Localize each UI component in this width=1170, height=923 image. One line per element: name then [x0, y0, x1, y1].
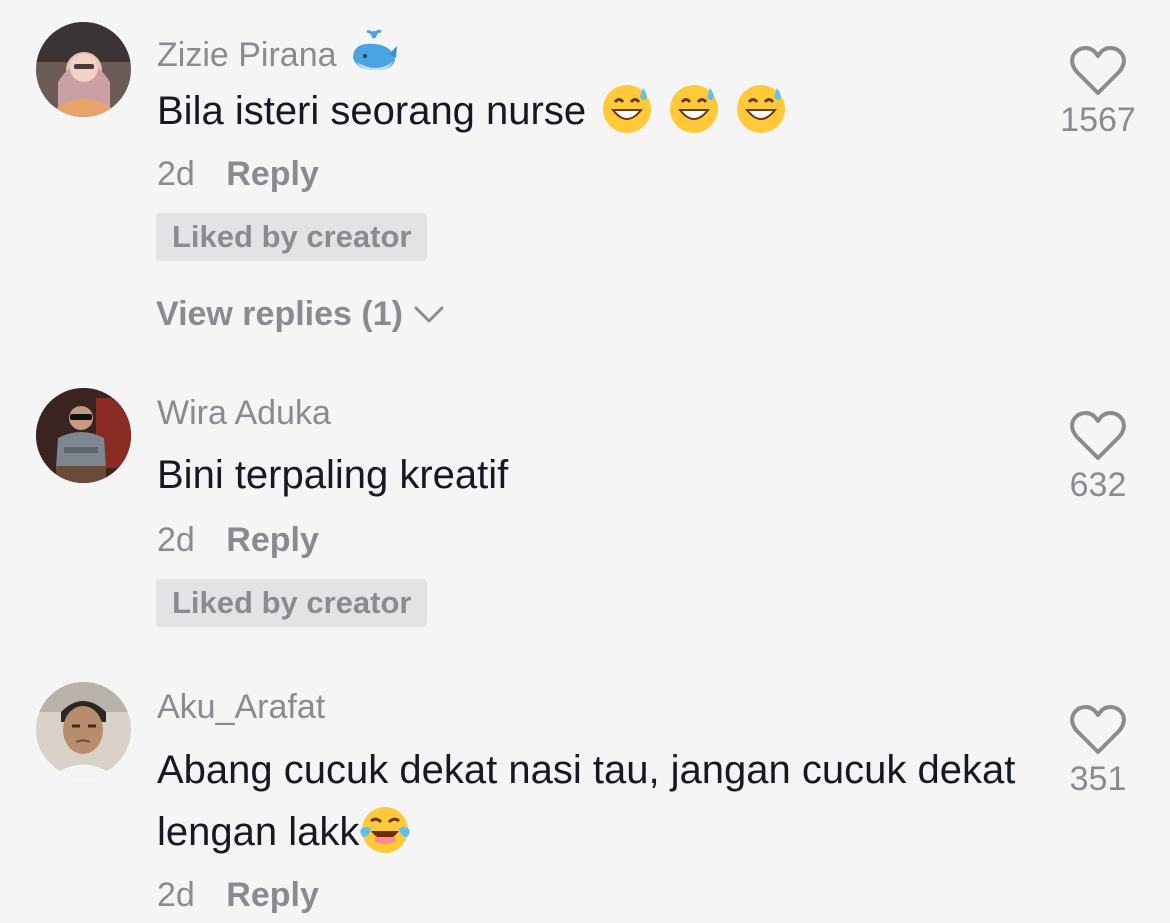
grinning-sweat-emoji-icon — [603, 85, 652, 133]
reply-button[interactable]: Reply — [226, 876, 319, 914]
comment-body: Abang cucuk dekat nasi tau, jangan cucuk… — [157, 748, 1016, 854]
comment-body: Bini terpaling kreatif — [157, 453, 509, 497]
comment-time: 2d — [157, 876, 195, 914]
username[interactable]: Aku_Arafat — [157, 688, 325, 727]
view-replies-label: View replies (1) — [156, 295, 403, 333]
comment-meta: 2d Reply — [157, 521, 319, 560]
like-button[interactable]: 1567 — [1038, 45, 1158, 140]
like-count: 351 — [1069, 760, 1127, 798]
comment-text: Abang cucuk dekat nasi tau, jangan cucuk… — [157, 739, 1027, 863]
like-button[interactable]: 351 — [1038, 704, 1158, 799]
comment-time: 2d — [157, 155, 195, 193]
comment-meta: 2d Reply — [157, 155, 319, 194]
comment-meta: 2d Reply — [157, 876, 319, 915]
heart-icon — [1070, 705, 1126, 754]
grinning-sweat-emoji-icon — [670, 85, 719, 133]
chevron-down-icon — [414, 306, 444, 322]
liked-by-creator-badge: Liked by creator — [156, 213, 428, 261]
liked-by-creator-badge: Liked by creator — [156, 579, 428, 627]
comment-text: Bini terpaling kreatif — [157, 444, 1027, 506]
avatar[interactable] — [36, 682, 131, 777]
like-count: 632 — [1069, 466, 1127, 504]
heart-icon — [1070, 46, 1126, 95]
avatar[interactable] — [36, 22, 131, 117]
comment-text: Bila isteri seorang nurse — [157, 80, 1027, 142]
grinning-sweat-emoji-icon — [737, 85, 786, 133]
username[interactable]: Zizie Pirana — [157, 28, 399, 83]
reply-button[interactable]: Reply — [226, 521, 319, 559]
username[interactable]: Wira Aduka — [157, 394, 331, 433]
like-button[interactable]: 632 — [1038, 410, 1158, 505]
comment-time: 2d — [157, 521, 195, 559]
comment-body: Bila isteri seorang nurse — [157, 89, 587, 133]
tears-of-joy-emoji-icon — [360, 807, 411, 853]
whale-emoji-icon — [349, 28, 399, 83]
username-text: Wira Aduka — [157, 394, 331, 432]
username-text: Zizie Pirana — [157, 36, 337, 74]
reply-button[interactable]: Reply — [226, 155, 319, 193]
avatar[interactable] — [36, 388, 131, 483]
username-text: Aku_Arafat — [157, 688, 326, 726]
heart-icon — [1070, 411, 1126, 460]
like-count: 1567 — [1060, 101, 1136, 139]
view-replies-button[interactable]: View replies (1) — [156, 295, 445, 334]
